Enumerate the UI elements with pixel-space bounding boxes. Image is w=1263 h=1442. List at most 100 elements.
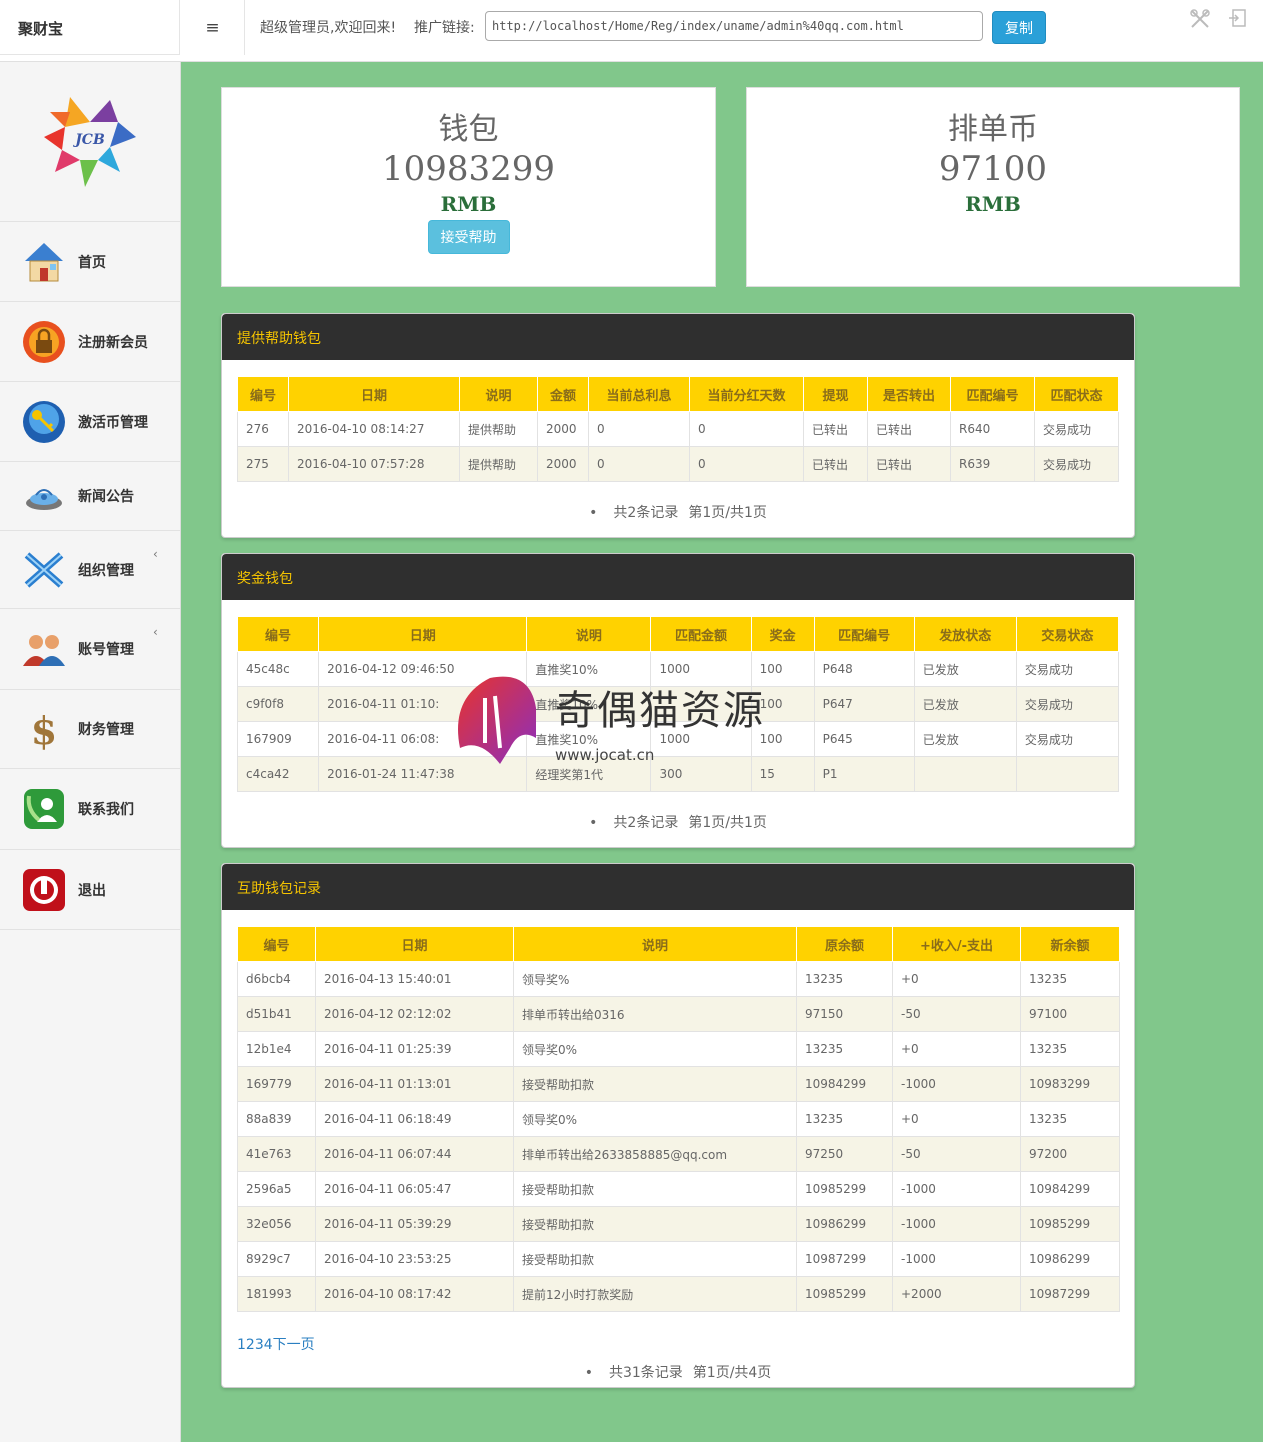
copy-button[interactable]: 复制 bbox=[992, 11, 1046, 44]
dollar-icon: $ bbox=[20, 705, 68, 753]
sidebar: JCB 首页 注册新会员 激活币管理 新闻公告 组织管理 ‹ 账号管理 ‹ $ … bbox=[0, 62, 181, 1442]
column-header: 匹配编号 bbox=[813, 616, 915, 652]
table-cell: 2596a5 bbox=[237, 1171, 316, 1207]
table-cell: 8929c7 bbox=[237, 1241, 316, 1277]
table-row: 169779 2016-04-11 01:13:01 接受帮助扣款 10984299-… bbox=[237, 1066, 1120, 1102]
hamburger-icon: ≡ bbox=[205, 17, 220, 38]
sidebar-item-account[interactable]: 账号管理 ‹ bbox=[0, 609, 180, 690]
table-cell: 32e056 bbox=[237, 1206, 316, 1242]
broadcast-icon bbox=[20, 472, 68, 520]
table-cell: 1000 bbox=[650, 651, 752, 687]
table-cell bbox=[1015, 756, 1120, 792]
page-links[interactable]: 1234下一页 bbox=[237, 1312, 1119, 1354]
table-cell: 275 bbox=[237, 446, 289, 482]
wallet-title: 钱包 bbox=[438, 112, 499, 147]
sidebar-item-label: 激活币管理 bbox=[78, 414, 148, 431]
table-cell: +0 bbox=[892, 1031, 1021, 1067]
table-cell: +2000 bbox=[892, 1276, 1021, 1312]
table-cell: d51b41 bbox=[237, 996, 316, 1032]
table-cell: 10986299 bbox=[1020, 1241, 1120, 1277]
table-cell: 2016-04-10 23:53:25 bbox=[315, 1241, 514, 1277]
table-cell: 2016-04-11 01:25:39 bbox=[315, 1031, 514, 1067]
table-cell: 交易成功 bbox=[1034, 411, 1119, 447]
table-cell: 领导奖0% bbox=[513, 1031, 797, 1067]
network-icon bbox=[20, 546, 68, 594]
sidebar-item-organization[interactable]: 组织管理 ‹ bbox=[0, 531, 180, 609]
table-cell: 15 bbox=[750, 756, 815, 792]
svg-text:JCB: JCB bbox=[72, 132, 105, 148]
table-cell: 已转出 bbox=[867, 446, 951, 482]
tools-icon[interactable] bbox=[1189, 8, 1211, 30]
panel-title: 奖金钱包 bbox=[222, 554, 1134, 600]
table-cell: 2016-04-11 05:39:29 bbox=[315, 1206, 514, 1242]
table-cell: 2016-04-11 06:18:49 bbox=[315, 1101, 514, 1137]
table-cell: 直推奖10% bbox=[526, 651, 652, 687]
table-cell: 10985299 bbox=[1020, 1206, 1120, 1242]
table-cell: 提供帮助 bbox=[459, 411, 538, 447]
wallet-card: 钱包 10983299 RMB 接受帮助 bbox=[221, 87, 716, 287]
sidebar-item-activation[interactable]: 激活币管理 bbox=[0, 382, 180, 462]
chevron-left-icon[interactable]: ‹ bbox=[153, 547, 158, 561]
column-header: 新余额 bbox=[1020, 926, 1120, 962]
table-row: 167909 2016-04-11 06:08: 直推奖10% 1000 100 P645… bbox=[236, 721, 1120, 757]
table-cell: +0 bbox=[892, 961, 1021, 997]
provide-help-panel: 提供帮助钱包 编号 日期 说明 金额 当前总利息 当前分红天数 提现 是否转出 匹配编号 匹配状态… bbox=[221, 313, 1135, 538]
table-cell: 10984299 bbox=[796, 1066, 893, 1102]
sidebar-item-label: 首页 bbox=[78, 254, 106, 271]
brand-title[interactable]: 聚财宝 bbox=[0, 0, 180, 55]
promo-link-input[interactable] bbox=[485, 11, 983, 41]
page-indicator: 第1页/共1页 bbox=[688, 505, 767, 521]
top-bar: 聚财宝 ≡ 超级管理员,欢迎回来! 推广链接: 复制 bbox=[0, 0, 1263, 62]
queue-coin-value: 97100 bbox=[938, 149, 1048, 189]
table-cell: 经理奖第1代 bbox=[526, 756, 652, 792]
table-cell: 10983299 bbox=[1020, 1066, 1120, 1102]
table-cell: 2016-04-11 01:10: bbox=[318, 686, 528, 722]
accept-help-button[interactable]: 接受帮助 bbox=[427, 220, 510, 254]
sidebar-item-home[interactable]: 首页 bbox=[0, 222, 180, 302]
column-header: 是否转出 bbox=[867, 376, 951, 412]
sidebar-item-register[interactable]: 注册新会员 bbox=[0, 302, 180, 382]
table-cell: 10984299 bbox=[1020, 1171, 1120, 1207]
sidebar-item-label: 新闻公告 bbox=[78, 489, 134, 505]
column-header: 日期 bbox=[288, 376, 460, 412]
table-cell: 12b1e4 bbox=[237, 1031, 316, 1067]
menu-toggle-button[interactable]: ≡ bbox=[181, 0, 245, 55]
table-cell: 0 bbox=[588, 446, 690, 482]
chevron-left-icon[interactable]: ‹ bbox=[153, 625, 158, 639]
table-cell: 2016-04-11 06:05:47 bbox=[315, 1171, 514, 1207]
promo-link-label: 推广链接: bbox=[414, 20, 475, 36]
table-cell: c4ca42 bbox=[236, 756, 320, 792]
table-cell: -50 bbox=[892, 996, 1021, 1032]
power-icon bbox=[20, 866, 68, 914]
table-cell: 97250 bbox=[796, 1136, 893, 1172]
table-cell: -1000 bbox=[892, 1241, 1021, 1277]
table-cell: 接受帮助扣款 bbox=[513, 1206, 797, 1242]
table-cell: 2016-04-11 06:07:44 bbox=[315, 1136, 514, 1172]
table-cell: P648 bbox=[813, 651, 915, 687]
column-header: 原余额 bbox=[796, 926, 893, 962]
logout-icon[interactable] bbox=[1228, 9, 1246, 27]
sidebar-item-news[interactable]: 新闻公告 bbox=[0, 462, 180, 531]
table-cell: 10986299 bbox=[796, 1206, 893, 1242]
sidebar-item-finance[interactable]: $ 财务管理 bbox=[0, 690, 180, 769]
table-row: c9f0f8 2016-04-11 01:10: 直推奖10% 100 P647 已发放交… bbox=[236, 686, 1120, 722]
table-cell: 提前12小时打款奖励 bbox=[513, 1276, 797, 1312]
table-cell: 2016-04-12 02:12:02 bbox=[315, 996, 514, 1032]
table-cell: 提供帮助 bbox=[459, 446, 538, 482]
table-row: 32e056 2016-04-11 05:39:29 接受帮助扣款 10986299-… bbox=[237, 1206, 1120, 1242]
table-cell: 167909 bbox=[236, 721, 320, 757]
table-row: 45c48c 2016-04-12 09:46:50 直推奖10% 1000 100 P6… bbox=[236, 651, 1120, 687]
sidebar-item-logout[interactable]: 退出 bbox=[0, 850, 180, 930]
sidebar-item-contact[interactable]: 联系我们 bbox=[0, 769, 180, 850]
table-row: 181993 2016-04-10 08:17:42 提前12小时打款奖励 10985… bbox=[237, 1276, 1120, 1312]
table-cell: 2016-04-11 01:13:01 bbox=[315, 1066, 514, 1102]
provide-help-table: 编号 日期 说明 金额 当前总利息 当前分红天数 提现 是否转出 匹配编号 匹配状态 276 201… bbox=[237, 376, 1119, 482]
table-cell: 2000 bbox=[537, 411, 589, 447]
record-count: 共2条记录 bbox=[613, 815, 679, 831]
record-count: 共31条记录 bbox=[608, 1365, 683, 1381]
table-cell bbox=[913, 756, 1017, 792]
table-cell: 交易成功 bbox=[1015, 686, 1120, 722]
sidebar-item-label: 组织管理 bbox=[78, 562, 134, 579]
svg-text:$: $ bbox=[31, 708, 57, 752]
table-cell: 领导奖% bbox=[513, 961, 797, 997]
